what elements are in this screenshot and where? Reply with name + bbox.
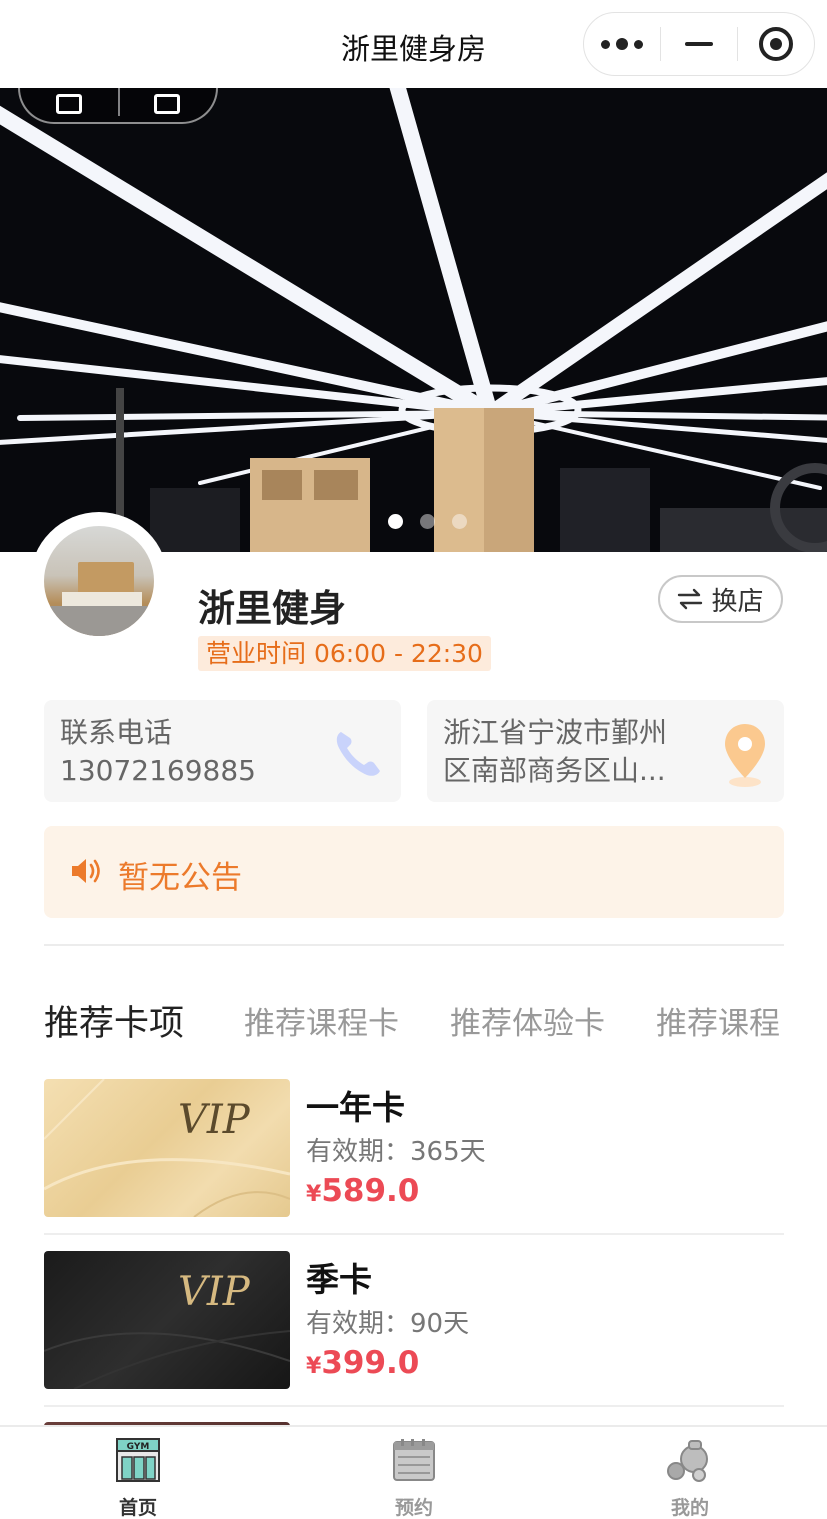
calendar-icon: [393, 1439, 435, 1481]
top-navbar: 浙里健身房: [0, 0, 827, 88]
announcement-bar[interactable]: 暂无公告: [44, 826, 784, 918]
vip-text: VIP: [178, 1097, 250, 1143]
avatar-frame: [30, 512, 168, 650]
product-validity: 有效期：90天: [306, 1309, 470, 1339]
tabbar-item-booking[interactable]: 预约: [354, 1437, 474, 1519]
address-line-2: 区南部商务区山...: [443, 754, 666, 787]
speaker-icon: [72, 859, 100, 883]
switch-store-button[interactable]: 换店: [658, 575, 783, 623]
minimize-button[interactable]: [661, 13, 737, 75]
tabbar-item-home[interactable]: GYM 首页: [78, 1437, 198, 1519]
product-price: ¥399.0: [306, 1345, 420, 1381]
product-thumbnail: VIP: [44, 1079, 290, 1217]
minimize-icon: [685, 42, 713, 46]
tab-recommended-trial-cards[interactable]: 推荐体验卡: [450, 998, 605, 1043]
banner-carousel[interactable]: [0, 88, 827, 552]
row-divider: [44, 1405, 784, 1407]
phone-number: 13072169885: [60, 754, 256, 787]
gym-icon: GYM: [116, 1438, 160, 1482]
carousel-indicators: [388, 514, 467, 529]
mini-program-capsule: [583, 12, 815, 76]
more-button[interactable]: [584, 13, 660, 75]
announcement-text: 暂无公告: [118, 860, 242, 896]
gym-avatar: [44, 526, 154, 636]
row-divider: [44, 1233, 784, 1235]
switch-icon[interactable]: [56, 94, 82, 114]
swap-arrows-icon: [678, 588, 703, 610]
address-line-1: 浙江省宁波市鄞州: [443, 716, 668, 749]
product-thumbnail: VIP: [44, 1251, 290, 1389]
close-button[interactable]: [738, 13, 814, 75]
gym-banner-image: [0, 88, 827, 552]
gym-name: 浙里健身: [198, 587, 346, 630]
address-card[interactable]: 浙江省宁波市鄞州 区南部商务区山...: [427, 700, 784, 802]
tabbar-item-mine[interactable]: 我的: [630, 1437, 750, 1519]
product-price: ¥589.0: [306, 1173, 420, 1209]
dumbbell-icon: [667, 1440, 708, 1482]
location-pin-icon: [725, 724, 765, 787]
banner-floating-buttons: [18, 88, 218, 124]
section-divider: [44, 944, 784, 946]
carousel-dot[interactable]: [420, 514, 435, 529]
tabbar-label-home: 首页: [118, 1497, 157, 1519]
business-hours-badge: 营业时间 06:00 - 22:30: [198, 636, 491, 671]
product-name: 季卡: [306, 1260, 372, 1299]
qrcode-icon[interactable]: [154, 94, 180, 114]
phone-label: 联系电话: [60, 716, 173, 749]
product-validity: 有效期：365天: [306, 1137, 486, 1167]
tabbar-label-booking: 预约: [394, 1497, 433, 1519]
tab-recommended-courses[interactable]: 推荐课程: [656, 998, 780, 1043]
more-dots-icon: [600, 38, 643, 50]
switch-store-label: 换店: [711, 586, 764, 617]
carousel-dot[interactable]: [388, 514, 403, 529]
vip-text: VIP: [178, 1269, 250, 1315]
close-target-icon: [759, 27, 794, 61]
tab-recommended-cards[interactable]: 推荐卡项: [44, 995, 184, 1046]
page: 浙里健身房 浙里健身 营业时间 06:00 - 22:30 换店 联系电话 13…: [0, 0, 827, 1519]
bottom-tab-bar: GYM 首页 预约 我的: [0, 1425, 827, 1519]
tabbar-label-mine: 我的: [670, 1497, 709, 1519]
carousel-dot[interactable]: [452, 514, 467, 529]
phone-icon: [336, 732, 380, 776]
product-name: 一年卡: [306, 1088, 405, 1127]
tab-recommended-course-cards[interactable]: 推荐课程卡: [244, 998, 399, 1043]
phone-card[interactable]: 联系电话 13072169885: [44, 700, 401, 802]
product-item[interactable]: VIP 一年卡 有效期：365天 ¥589.0: [44, 1079, 784, 1217]
product-item[interactable]: VIP 季卡 有效期：90天 ¥399.0: [44, 1251, 784, 1389]
